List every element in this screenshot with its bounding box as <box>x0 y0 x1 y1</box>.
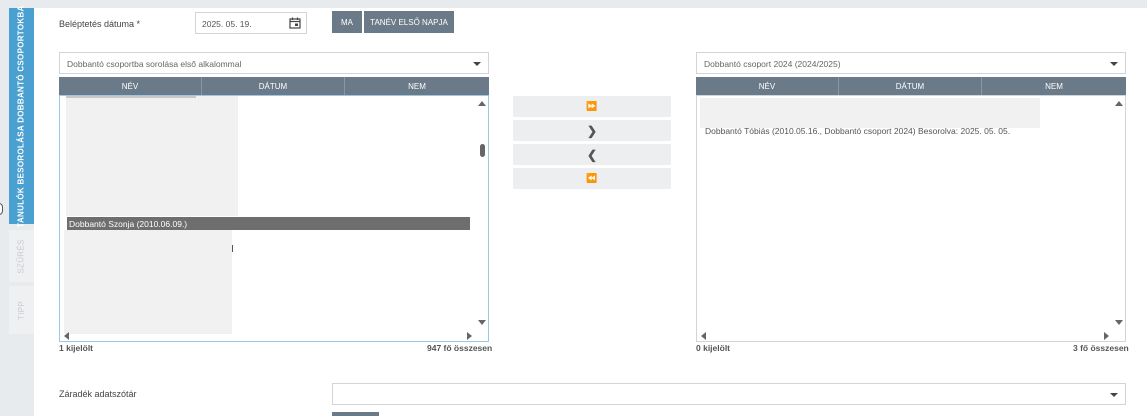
date-label: Beléptetés dátuma * <box>59 19 141 29</box>
scroll-down-icon[interactable] <box>478 320 486 325</box>
tab-student-assignment[interactable]: TANULÓK BESOROLÁSA DOBBANTÓ CSOPORTOKBA <box>9 5 34 227</box>
vertical-scrollbar-thumb[interactable] <box>480 144 485 157</box>
chevron-down-icon <box>1110 393 1118 397</box>
column-name[interactable]: NÉV <box>59 77 202 95</box>
list-item-selected[interactable]: Dobbantó Szonja (2010.06.09.) <box>67 217 470 230</box>
school-year-first-day-button[interactable]: TANÉV ELSŐ NAPJA <box>364 11 454 33</box>
right-student-list[interactable]: Dobbantó Tóbiás (2010.05.16., Dobbantó c… <box>696 95 1126 342</box>
left-selected-count: 1 kijelölt <box>59 343 94 353</box>
scroll-up-icon[interactable] <box>1115 101 1123 106</box>
move-left-button[interactable]: ❮ <box>513 144 671 165</box>
left-assignment-select[interactable]: Dobbantó csoportba sorolása első alkalom… <box>59 52 489 74</box>
column-gender[interactable]: NEM <box>982 77 1126 95</box>
scroll-left-icon[interactable] <box>701 332 706 340</box>
chevron-down-icon <box>473 62 481 66</box>
double-chevron-left-icon: ⏪ <box>586 173 598 183</box>
column-date[interactable]: DÁTUM <box>839 77 982 95</box>
move-all-left-button[interactable]: ⏪ <box>513 168 671 189</box>
move-all-right-button[interactable]: ⏩ <box>513 96 671 117</box>
left-grid-header: NÉV DÁTUM NEM <box>59 77 489 95</box>
chevron-left-icon: ❮ <box>586 147 598 162</box>
list-item[interactable]: Dobbantó Tóbiás (2010.05.16., Dobbantó c… <box>705 126 1010 136</box>
list-item-placeholder <box>700 98 1040 128</box>
scroll-right-icon[interactable] <box>467 332 472 340</box>
list-item-cut-text <box>66 96 196 98</box>
text-cursor <box>232 245 233 252</box>
column-name[interactable]: NÉV <box>696 77 839 95</box>
tab-filter[interactable]: SZŰRÉS <box>9 230 34 282</box>
partial-button[interactable] <box>332 412 379 416</box>
double-chevron-right-icon: ⏩ <box>586 101 598 111</box>
move-right-button[interactable]: ❯ <box>513 120 671 141</box>
left-student-list[interactable]: Dobbantó Szonja (2010.06.09.) <box>59 95 489 342</box>
column-date[interactable]: DÁTUM <box>202 77 345 95</box>
clause-select[interactable] <box>332 383 1126 405</box>
left-total-count: 947 fő összesen <box>427 343 493 353</box>
calendar-icon[interactable] <box>289 17 301 29</box>
list-item-placeholder <box>66 96 238 216</box>
top-bar <box>0 0 1147 8</box>
right-selected-count: 0 kijelölt <box>696 343 731 353</box>
date-value: 2025. 05. 19. <box>202 19 252 29</box>
today-button[interactable]: MA <box>332 11 362 33</box>
scroll-right-icon[interactable] <box>1104 332 1109 340</box>
clause-label: Záradék adatszótár <box>59 389 137 399</box>
scroll-left-icon[interactable] <box>64 332 69 340</box>
right-total-count: 3 fő összesen <box>1073 343 1129 353</box>
right-group-select[interactable]: Dobbantó csoport 2024 (2024/2025) <box>696 52 1126 74</box>
scroll-down-icon[interactable] <box>1115 320 1123 325</box>
right-grid-header: NÉV DÁTUM NEM <box>696 77 1126 95</box>
list-item-placeholder <box>64 230 232 334</box>
date-input[interactable]: 2025. 05. 19. <box>195 12 307 34</box>
column-gender[interactable]: NEM <box>345 77 489 95</box>
tab-tip[interactable]: TIPP <box>9 286 34 334</box>
chevron-down-icon <box>1110 62 1118 66</box>
scroll-up-icon[interactable] <box>478 101 486 106</box>
chevron-right-icon: ❯ <box>586 123 598 138</box>
